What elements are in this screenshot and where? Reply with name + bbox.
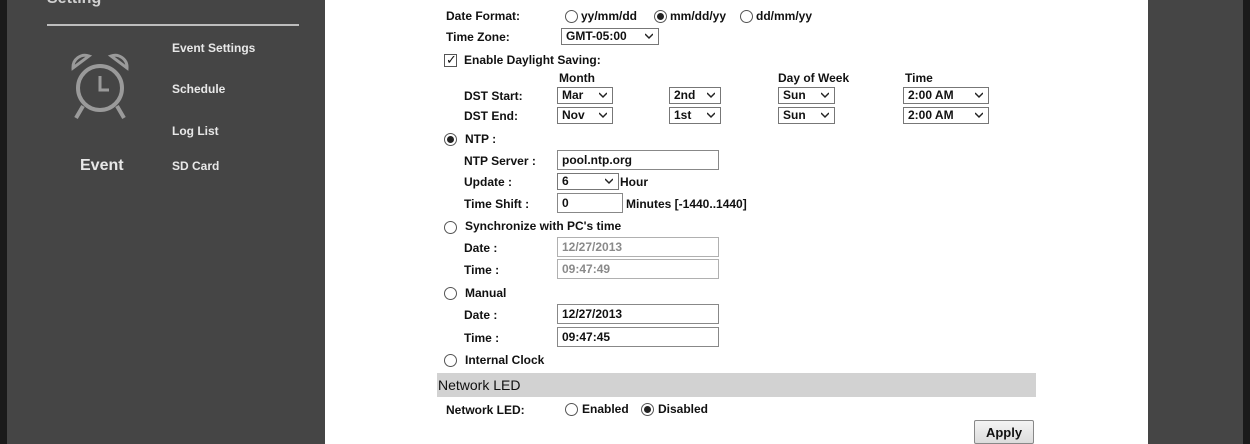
sidebar: Setting Event Settings Schedule Log List… [7,0,325,444]
network-led-label: Network LED: [446,403,525,417]
sidebar-link-sd-card[interactable]: SD Card [172,159,219,173]
chevron-down-icon [821,112,829,119]
sync-pc-time-label: Time : [464,263,500,277]
dst-end-time-select[interactable]: 2:00 AM [903,107,989,124]
dst-end-day-value: Sun [783,108,806,122]
network-led-section-bar [437,373,1036,397]
manual-date-input[interactable]: 12/27/2013 [557,304,719,324]
dst-start-month-value: Mar [562,88,584,102]
network-led-option-enabled: Enabled [582,402,629,416]
network-led-option-disabled: Disabled [658,402,709,416]
dst-end-day-select[interactable]: Sun [778,107,835,124]
dst-header-month: Month [559,71,595,85]
chevron-down-icon [707,92,715,99]
right-dark-panel [1148,0,1243,444]
ntp-update-select[interactable]: 6 [557,173,619,190]
chevron-down-icon [821,92,829,99]
dst-start-month-select[interactable]: Mar [557,87,613,104]
manual-time-label: Time : [464,331,500,345]
dst-start-time-value: 2:00 AM [908,88,954,102]
ntp-update-value: 6 [562,174,569,188]
manual-time-input[interactable]: 09:47:45 [557,327,719,347]
dst-header-day-of-week: Day of Week [778,71,850,85]
dst-end-month-select[interactable]: Nov [557,107,613,124]
manual-date-label: Date : [464,308,498,322]
dst-start-day-value: Sun [783,88,806,102]
network-led-radio-disabled[interactable] [641,403,654,416]
date-format-radio-mmddyy[interactable] [654,10,667,23]
sidebar-title: Setting [47,0,101,8]
date-format-radio-yymmdd[interactable] [565,10,578,23]
ntp-label: NTP : [465,132,497,146]
dst-start-week-value: 2nd [674,88,696,102]
chevron-down-icon [707,112,715,119]
dst-start-label: DST Start: [464,89,523,103]
dst-end-month-value: Nov [562,108,585,122]
chevron-down-icon [645,33,653,40]
sync-pc-time-input[interactable]: 09:47:49 [557,259,719,279]
sync-pc-label: Synchronize with PC's time [465,219,622,233]
ntp-radio[interactable] [444,133,457,146]
date-format-radio-ddmmyy[interactable] [740,10,753,23]
manual-radio[interactable] [444,287,457,300]
apply-button[interactable]: Apply [974,420,1034,444]
internal-clock-label: Internal Clock [465,353,545,367]
date-format-label: Date Format: [446,9,521,23]
internal-clock-radio[interactable] [444,354,457,367]
date-format-option-mmddyy: mm/dd/yy [670,9,727,23]
date-format-option-yymmdd: yy/mm/dd [581,9,638,23]
sidebar-link-event-settings[interactable]: Event Settings [172,41,255,55]
ntp-time-shift-label: Time Shift : [464,197,530,211]
chevron-down-icon [975,92,983,99]
daylight-saving-checkbox[interactable]: ✓ [444,52,457,67]
dst-header-time: Time [905,71,933,85]
time-zone-select[interactable]: GMT-05:00 [561,28,659,45]
network-led-section-title: Network LED [438,377,521,393]
dst-start-day-select[interactable]: Sun [778,87,835,104]
chevron-down-icon [599,92,607,99]
sync-pc-radio[interactable] [444,221,457,234]
dst-end-time-value: 2:00 AM [908,108,954,122]
network-led-radio-enabled[interactable] [565,403,578,416]
dst-end-week-value: 1st [674,108,692,122]
ntp-server-label: NTP Server : [464,154,536,168]
sidebar-link-log-list[interactable]: Log List [172,124,219,138]
date-format-option-ddmmyy: dd/mm/yy [756,9,813,23]
chevron-down-icon [605,178,613,185]
sidebar-link-schedule[interactable]: Schedule [172,82,225,96]
dst-start-time-select[interactable]: 2:00 AM [903,87,989,104]
left-frame-edge [0,0,7,444]
chevron-down-icon [975,112,983,119]
ntp-update-label: Update : [464,175,512,189]
sidebar-divider [47,24,299,26]
right-frame-edge [1243,0,1250,444]
daylight-saving-label: Enable Daylight Saving: [464,53,601,67]
checkmark-icon: ✓ [446,52,457,67]
alarm-clock-icon [71,53,129,120]
ntp-update-unit: Hour [620,175,648,189]
manual-label: Manual [465,286,507,300]
ntp-server-input[interactable]: pool.ntp.org [557,150,719,170]
dst-end-label: DST End: [464,109,518,123]
ntp-time-shift-unit: Minutes [-1440..1440] [626,197,747,211]
chevron-down-icon [599,112,607,119]
sync-pc-date-input[interactable]: 12/27/2013 [557,237,719,257]
dst-start-week-select[interactable]: 2nd [669,87,721,104]
time-zone-label: Time Zone: [446,30,510,44]
dst-end-week-select[interactable]: 1st [669,107,721,124]
sidebar-section-event[interactable]: Event [80,157,124,175]
sync-pc-date-label: Date : [464,241,498,255]
time-zone-value: GMT-05:00 [566,29,627,43]
ntp-time-shift-input[interactable]: 0 [557,193,623,213]
